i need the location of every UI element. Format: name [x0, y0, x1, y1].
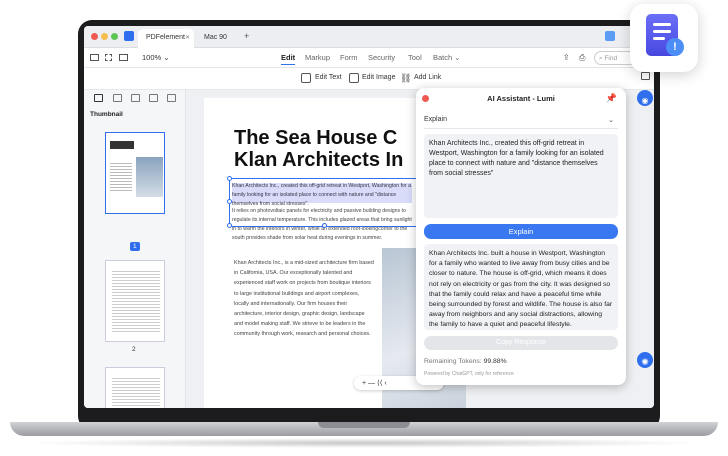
menu-security[interactable]: Security	[368, 53, 395, 62]
grid-view-icon[interactable]	[105, 54, 112, 61]
mode-value: Explain	[424, 116, 447, 123]
page-thumbnail-3[interactable]	[105, 367, 165, 408]
app-logo-icon	[124, 31, 134, 41]
text-selection-box[interactable]	[229, 178, 419, 227]
edit-subtoolbar: Edit Text Edit Image ⛓ Add Link	[84, 68, 654, 90]
tab-pdfelement[interactable]: PDFelement ✕	[138, 29, 194, 48]
menu-edit[interactable]: Edit	[281, 53, 296, 65]
doc-line	[653, 23, 671, 26]
chevron-down-icon: ⌄	[454, 53, 461, 62]
tokens-label: Remaining Tokens:	[424, 358, 482, 365]
resize-handle[interactable]	[227, 223, 232, 228]
layers-icon[interactable]	[167, 94, 176, 102]
panel-toggle-icon[interactable]	[641, 72, 650, 80]
ai-assistant-icon[interactable]: ◉	[637, 90, 653, 106]
alert-badge-icon: !	[666, 38, 684, 56]
sidebar-toggle-icon[interactable]	[90, 54, 99, 61]
doc-line	[653, 30, 671, 33]
upload-icon[interactable]: ⇪	[563, 53, 570, 62]
thumb-text	[112, 271, 160, 333]
copy-response-button[interactable]: Copy Response	[424, 336, 618, 350]
laptop-notch	[318, 422, 410, 428]
thumb-text	[110, 163, 132, 193]
response-text: Khan Architects Inc. built a house in We…	[424, 244, 618, 330]
tab-label: Mac 90	[204, 34, 227, 41]
body-paragraph[interactable]: Khan Architects Inc., is a mid-sized arc…	[234, 258, 374, 340]
tab-bar: PDFelement ✕ Mac 90 +	[84, 26, 654, 48]
title-line-2: Klan Architects In	[234, 149, 404, 171]
maximize-window-button[interactable]	[111, 33, 118, 40]
panel-title: AI Assistant - Lumi	[487, 94, 555, 103]
menu-markup[interactable]: Markup	[305, 53, 330, 62]
toolbar: 100% ⌄ Edit Markup Form Security Tool Ba…	[84, 48, 654, 68]
tokens-value: 99.88%	[483, 358, 507, 365]
zoom-select[interactable]: 100% ⌄	[142, 53, 170, 62]
page-thumbnail-1[interactable]	[105, 132, 165, 214]
tab-document[interactable]: Mac 90	[196, 29, 246, 48]
edit-text-button[interactable]: Edit Text	[315, 74, 342, 81]
close-icon[interactable]: ✕	[185, 34, 190, 41]
menu-batch[interactable]: Batch ⌄	[433, 53, 461, 62]
new-tab-button[interactable]: +	[244, 31, 249, 41]
search-icon: ⌕	[599, 55, 603, 62]
resize-handle[interactable]	[227, 176, 232, 181]
attachment-icon[interactable]	[149, 94, 158, 102]
remaining-tokens: Remaining Tokens: 99.88%	[424, 358, 507, 365]
translate-icon[interactable]	[605, 31, 615, 41]
floating-document-icon: !	[630, 4, 698, 72]
page-number-1[interactable]: 1	[130, 242, 140, 251]
panel-title: Thumbnail	[90, 111, 123, 118]
chevron-down-icon: ⌄	[608, 117, 614, 124]
resize-handle[interactable]	[322, 223, 327, 228]
ai-sparkle-icon[interactable]: ✺	[637, 352, 653, 368]
prompt-input[interactable]: Khan Architects Inc., created this off-g…	[424, 134, 618, 218]
book-view-icon[interactable]	[119, 54, 128, 61]
thumbnail-icon[interactable]	[94, 94, 103, 102]
explain-button[interactable]: Explain	[424, 224, 618, 239]
document-title: The Sea House C Klan Architects In	[234, 127, 434, 171]
edit-image-button[interactable]: Edit Image	[362, 74, 395, 81]
doc-line	[653, 37, 665, 40]
page-thumbnail-2[interactable]	[105, 260, 165, 342]
search-placeholder: Find	[604, 55, 618, 62]
thumb-image	[136, 157, 163, 197]
mode-select[interactable]: Explain ⌄	[424, 113, 618, 129]
thumbnail-panel: Thumbnail 1 2	[84, 90, 186, 408]
menu-tool[interactable]: Tool	[408, 53, 422, 62]
minimize-window-button[interactable]	[101, 33, 108, 40]
page-number-2[interactable]: 2	[132, 346, 136, 353]
ai-assistant-panel: AI Assistant - Lumi 📌 Explain ⌄ Khan Arc…	[416, 88, 626, 385]
thumb-title	[110, 141, 134, 149]
edit-image-icon	[349, 73, 359, 83]
laptop-shadow	[20, 438, 708, 448]
pin-icon[interactable]: 📌	[606, 93, 617, 104]
edit-text-icon	[301, 73, 311, 83]
comment-icon[interactable]	[131, 94, 140, 102]
title-line-1: The Sea House C	[234, 127, 398, 149]
tab-label: PDFelement	[146, 34, 185, 41]
add-link-button[interactable]: Add Link	[414, 74, 441, 81]
close-window-button[interactable]	[91, 33, 98, 40]
resize-handle[interactable]	[227, 199, 232, 204]
powered-by-note: Powered by ChatGPT, only for reference	[424, 371, 514, 377]
menu-form[interactable]: Form	[340, 53, 358, 62]
thumb-text	[112, 378, 160, 408]
share-icon[interactable]: ⎙	[579, 53, 585, 63]
zoom-value: 100%	[142, 53, 162, 62]
bookmark-icon[interactable]	[113, 94, 122, 102]
link-icon: ⛓	[400, 73, 412, 83]
batch-label: Batch	[433, 53, 453, 62]
